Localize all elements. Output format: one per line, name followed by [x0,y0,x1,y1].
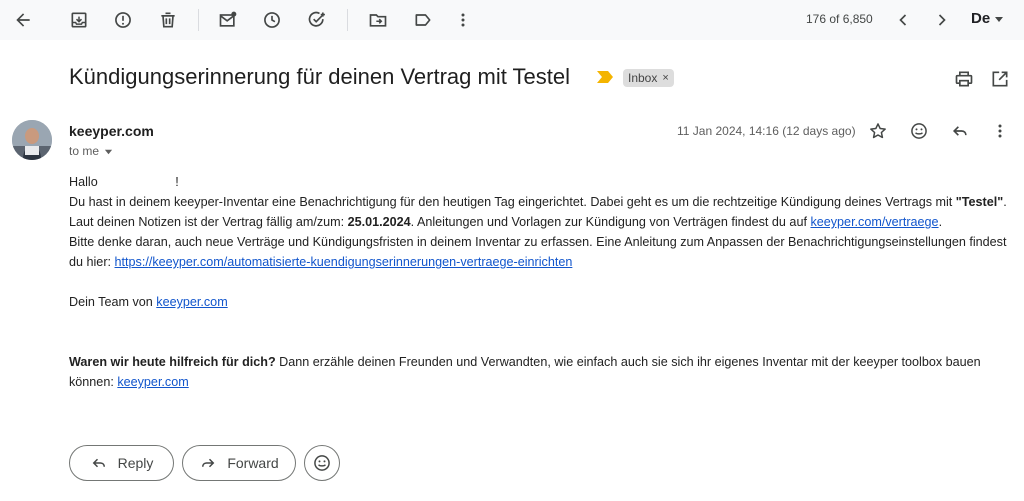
older-chevron-icon[interactable] [928,6,956,34]
sender-name[interactable]: keeyper.com [69,123,154,139]
more-icon[interactable] [449,6,477,34]
due-date: 25.01.2024 [347,215,411,229]
snooze-icon[interactable] [258,6,286,34]
newer-chevron-icon[interactable] [889,6,917,34]
move-to-icon[interactable] [364,6,392,34]
recipient-text: to me [69,144,100,158]
add-reaction-icon[interactable] [909,121,929,141]
inbox-label-text: Inbox [628,71,658,85]
contract-name: "Testel" [955,195,1004,209]
contracts-link[interactable]: keeyper.com/vertraege [810,215,938,229]
signoff: Dein Team von keeyper.com [69,295,228,309]
reply-icon[interactable] [950,121,970,141]
inbox-label-chip: Inbox × [623,69,674,87]
email-body: Hallo ! Du hast in deinem keeyper-Invent… [69,172,1014,392]
archive-icon[interactable] [65,6,93,34]
toolbar-divider [198,9,199,31]
chevron-down-icon [995,16,1004,22]
footer-paragraph: Waren wir heute hilfreich für dich? Dann… [69,355,981,389]
input-language-selector[interactable]: De [971,10,1004,27]
print-icon[interactable] [954,69,974,89]
back-arrow-icon[interactable] [9,6,37,34]
email-subject: Kündigungserinnerung für deinen Vertrag … [69,64,571,89]
delete-icon[interactable] [154,6,182,34]
emoji-reaction-button[interactable] [304,445,340,481]
paragraph-reminder: Du hast in deinem keeyper-Inventar eine … [69,195,1007,229]
reply-button[interactable]: Reply [69,445,174,481]
label-icon[interactable] [409,6,437,34]
forward-arrow-icon [202,458,215,468]
message-toolbar: 176 of 6,850 De [0,0,1024,40]
message-counter: 176 of 6,850 [806,12,873,26]
greeting: Hallo ! [69,175,179,189]
mark-unread-icon[interactable] [214,6,242,34]
paragraph-settings: Bitte denke daran, auch neue Verträge un… [69,235,1007,269]
settings-guide-link[interactable]: https://keeyper.com/automatisierte-kuend… [115,255,573,269]
sender-avatar[interactable] [12,120,52,160]
reply-label: Reply [117,455,154,471]
avatar-photo [12,120,52,160]
toolbar-divider [347,9,348,31]
message-date: 11 Jan 2024, 14:16 (12 days ago) [677,124,856,138]
language-code: De [971,10,991,27]
open-in-new-window-icon[interactable] [990,69,1010,89]
more-options-icon[interactable] [990,121,1010,141]
report-spam-icon[interactable] [109,6,137,34]
add-to-tasks-icon[interactable] [303,6,331,34]
footer-link[interactable]: keeyper.com [117,375,188,389]
smiley-icon [314,455,330,471]
signoff-link[interactable]: keeyper.com [156,295,227,309]
remove-label-icon[interactable]: × [662,72,668,84]
important-marker-icon[interactable] [597,71,613,83]
chevron-down-icon [104,149,113,154]
reply-arrow-icon [92,458,105,468]
star-icon[interactable] [868,121,888,141]
forward-label: Forward [227,455,279,471]
forward-button[interactable]: Forward [182,445,296,481]
recipient-details-toggle[interactable]: to me [69,144,113,158]
